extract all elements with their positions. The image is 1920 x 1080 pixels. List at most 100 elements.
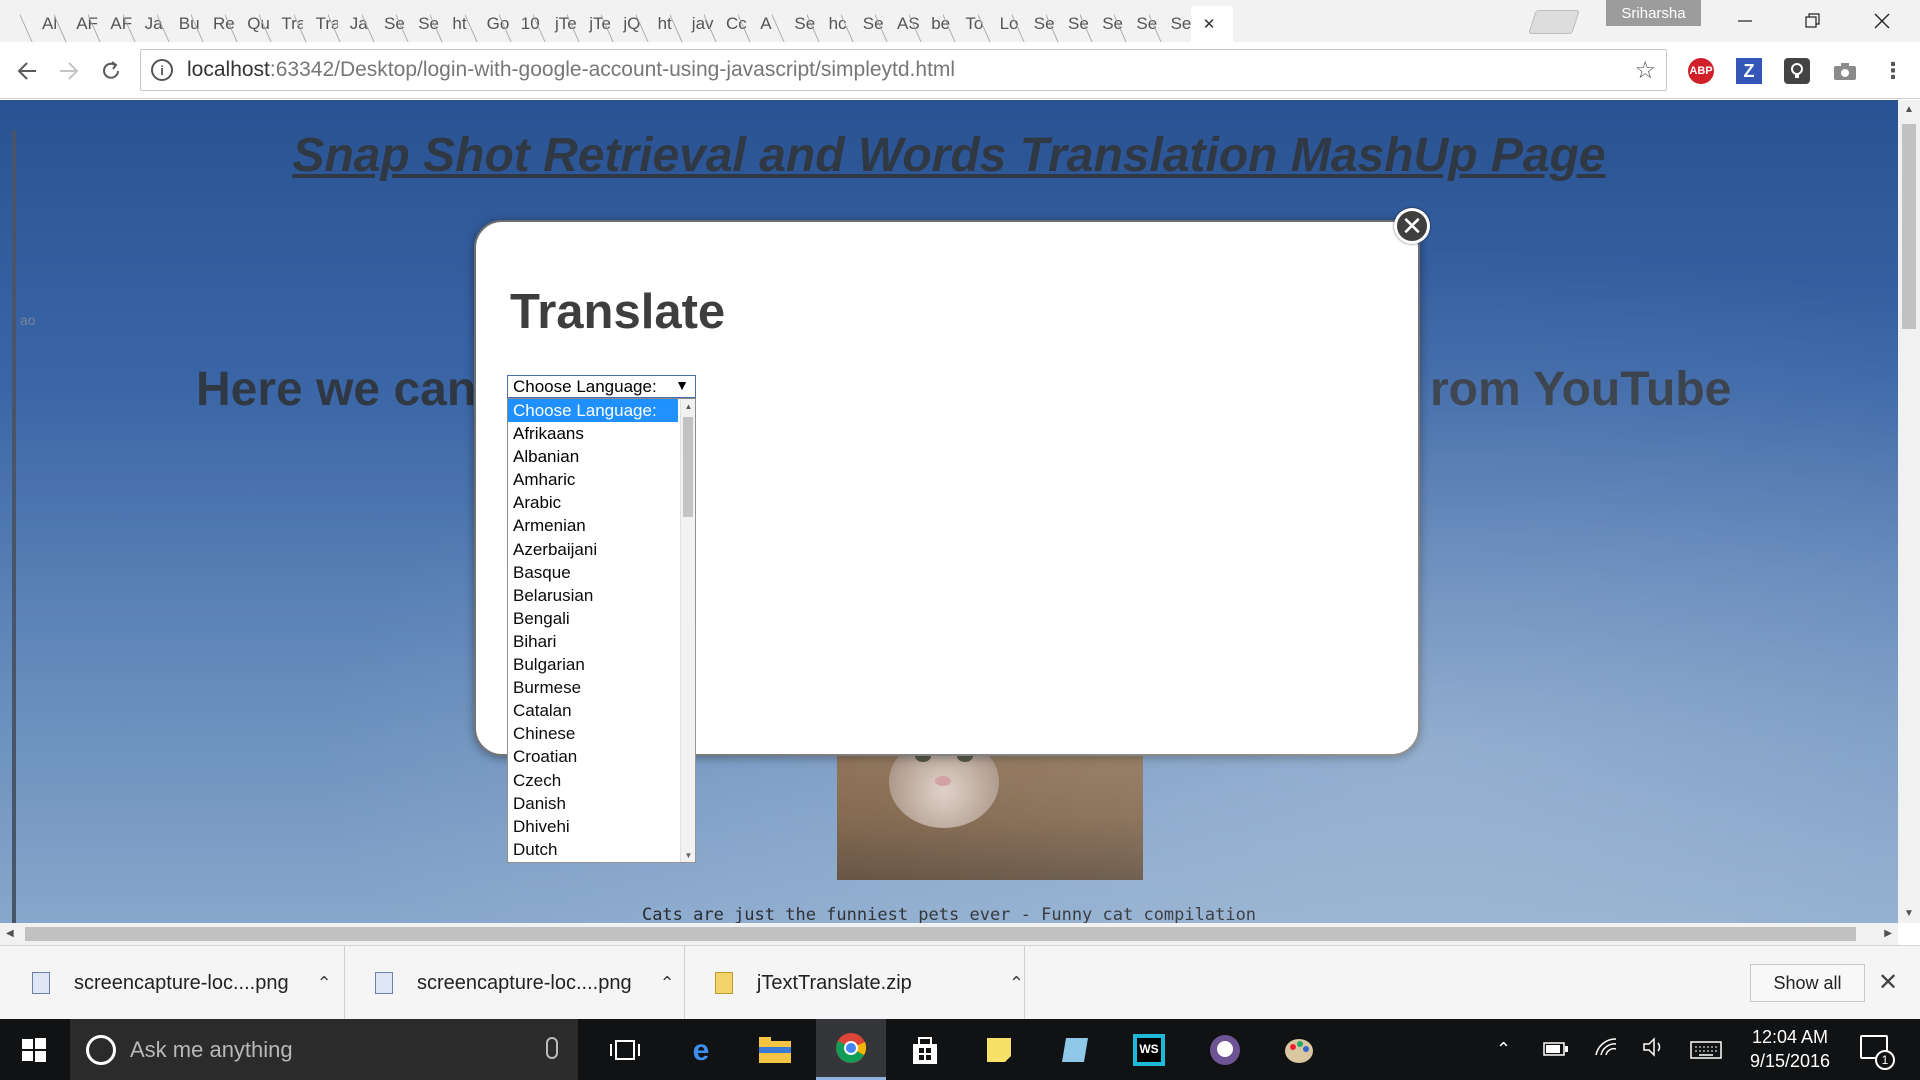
browser-toolbar: i localhost:63342/Desktop/login-with-goo…: [0, 42, 1920, 99]
scroll-right-icon[interactable]: ▶: [1884, 928, 1892, 939]
folder-icon: [759, 1036, 791, 1063]
language-option[interactable]: Bihari: [508, 630, 678, 653]
language-option[interactable]: Czech: [508, 769, 678, 792]
language-option[interactable]: Azerbaijani: [508, 538, 678, 561]
language-option[interactable]: Danish: [508, 792, 678, 815]
cortana-search-box[interactable]: Ask me anything: [70, 1019, 578, 1080]
language-option[interactable]: Amharic: [508, 468, 678, 491]
minimize-icon: [1738, 20, 1752, 22]
taskbar-webstorm[interactable]: WS: [1114, 1019, 1184, 1080]
camera-extension-icon[interactable]: [1832, 58, 1858, 84]
forward-button[interactable]: [52, 54, 86, 88]
wifi-icon[interactable]: [1594, 1037, 1618, 1062]
language-option[interactable]: Bulgarian: [508, 653, 678, 676]
language-option[interactable]: Armenian: [508, 514, 678, 537]
close-shelf-icon[interactable]: ✕: [1878, 968, 1898, 997]
reload-button[interactable]: [94, 54, 128, 88]
taskbar-store[interactable]: [890, 1019, 960, 1080]
language-option[interactable]: Dutch: [508, 838, 678, 861]
keyboard-icon[interactable]: [1690, 1041, 1722, 1064]
chevron-up-icon[interactable]: ⌃: [1009, 973, 1024, 994]
zotero-icon[interactable]: Z: [1736, 58, 1762, 84]
close-icon: [1874, 13, 1890, 29]
system-clock[interactable]: 12:04 AM 9/15/2016: [1735, 1025, 1845, 1073]
taskbar-sticky-notes[interactable]: [964, 1019, 1034, 1080]
page-viewport: Snap Shot Retrieval and Words Translatio…: [0, 100, 1898, 923]
taskbar-chrome[interactable]: [816, 1019, 886, 1080]
taskbar-github[interactable]: [1190, 1019, 1260, 1080]
start-button[interactable]: [0, 1019, 68, 1080]
taskbar-file-explorer[interactable]: [740, 1019, 810, 1080]
back-arrow-icon: [17, 62, 36, 80]
new-tab-button[interactable]: [1528, 10, 1580, 34]
chrome-icon: [836, 1033, 867, 1063]
volume-icon[interactable]: [1642, 1037, 1666, 1062]
scroll-up-icon[interactable]: ▲: [1904, 104, 1914, 115]
language-option[interactable]: Catalan: [508, 699, 678, 722]
restore-button[interactable]: [1783, 0, 1843, 42]
horizontal-scrollbar-thumb[interactable]: [25, 927, 1856, 941]
language-option[interactable]: Albanian: [508, 445, 678, 468]
battery-icon[interactable]: [1543, 1041, 1569, 1062]
vertical-scrollbar[interactable]: ▲ ▼: [1898, 100, 1920, 923]
info-icon[interactable]: i: [151, 59, 173, 81]
minimize-button[interactable]: [1715, 0, 1775, 42]
zip-file-icon: [715, 972, 733, 994]
language-option[interactable]: Basque: [508, 561, 678, 584]
language-option[interactable]: Dhivehi: [508, 815, 678, 838]
horizontal-scrollbar[interactable]: ◀ ▶: [0, 923, 1898, 945]
close-tab-icon[interactable]: ✕: [1203, 15, 1216, 33]
language-select[interactable]: Choose Language: ▼: [507, 375, 696, 398]
sticky-notes-icon: [987, 1037, 1011, 1062]
show-hidden-icons[interactable]: ⌃: [1496, 1039, 1511, 1060]
svg-text:WS: WS: [1139, 1042, 1158, 1056]
chevron-up-icon[interactable]: ⌃: [317, 973, 332, 994]
modal-close-button[interactable]: ✕: [1394, 208, 1430, 244]
app-icon: [1062, 1037, 1088, 1062]
chevron-up-icon[interactable]: ⌃: [660, 973, 675, 994]
menu-icon[interactable]: ⋮: [1880, 58, 1906, 84]
language-option[interactable]: Bengali: [508, 607, 678, 630]
language-option[interactable]: Afrikaans: [508, 422, 678, 445]
show-all-button[interactable]: Show all: [1750, 964, 1865, 1002]
tab-title: Se: [1170, 14, 1192, 33]
active-browser-tab[interactable]: ✕: [1190, 6, 1233, 42]
close-window-button[interactable]: [1852, 0, 1912, 42]
search-placeholder: Ask me anything: [130, 1036, 293, 1062]
scroll-up-icon[interactable]: ▲: [681, 399, 695, 413]
bookmark-star-icon[interactable]: ☆: [1634, 56, 1656, 85]
keyboard-glyph: [1690, 1041, 1722, 1059]
language-option[interactable]: Chinese: [508, 722, 678, 745]
task-view-button[interactable]: [590, 1019, 660, 1080]
speaker-glyph: [1643, 1037, 1661, 1057]
back-button[interactable]: [10, 54, 44, 88]
scroll-left-icon[interactable]: ◀: [6, 928, 14, 939]
lightbulb-extension-icon[interactable]: [1784, 58, 1810, 84]
microphone-icon[interactable]: [546, 1037, 558, 1059]
language-option[interactable]: Choose Language:: [508, 399, 678, 423]
language-option[interactable]: Arabic: [508, 491, 678, 514]
address-bar[interactable]: i localhost:63342/Desktop/login-with-goo…: [140, 49, 1667, 91]
download-item[interactable]: jTextTranslate.zip ⌃: [685, 946, 1025, 1020]
download-item[interactable]: screencapture-loc....png ⌃: [0, 946, 345, 1020]
list-scrollbar-thumb[interactable]: [683, 417, 693, 517]
language-options-list[interactable]: Choose Language: Afrikaans Albanian Amharic…: [507, 398, 696, 863]
language-option[interactable]: Croatian: [508, 745, 678, 768]
language-option[interactable]: Burmese: [508, 676, 678, 699]
download-item[interactable]: screencapture-loc....png ⌃: [345, 946, 685, 1020]
taskbar-edge[interactable]: e: [666, 1019, 736, 1080]
browser-tab[interactable]: Se: [1149, 6, 1193, 42]
url-path: :63342/Desktop/login-with-google-account…: [269, 58, 956, 81]
profile-button[interactable]: Sriharsha: [1606, 0, 1701, 26]
adblock-icon[interactable]: ABP: [1688, 58, 1714, 84]
download-filename: screencapture-loc....png: [417, 971, 632, 994]
taskbar-paint[interactable]: [1264, 1019, 1334, 1080]
taskbar-app[interactable]: [1040, 1019, 1110, 1080]
tab-title: A: [760, 14, 772, 33]
language-option[interactable]: Belarusian: [508, 584, 678, 607]
scroll-down-icon[interactable]: ▼: [681, 848, 695, 862]
scroll-down-icon[interactable]: ▼: [1904, 908, 1914, 919]
list-scrollbar[interactable]: ▲ ▼: [680, 399, 695, 862]
edge-icon: e: [693, 1035, 710, 1065]
vertical-scrollbar-thumb[interactable]: [1902, 124, 1916, 329]
